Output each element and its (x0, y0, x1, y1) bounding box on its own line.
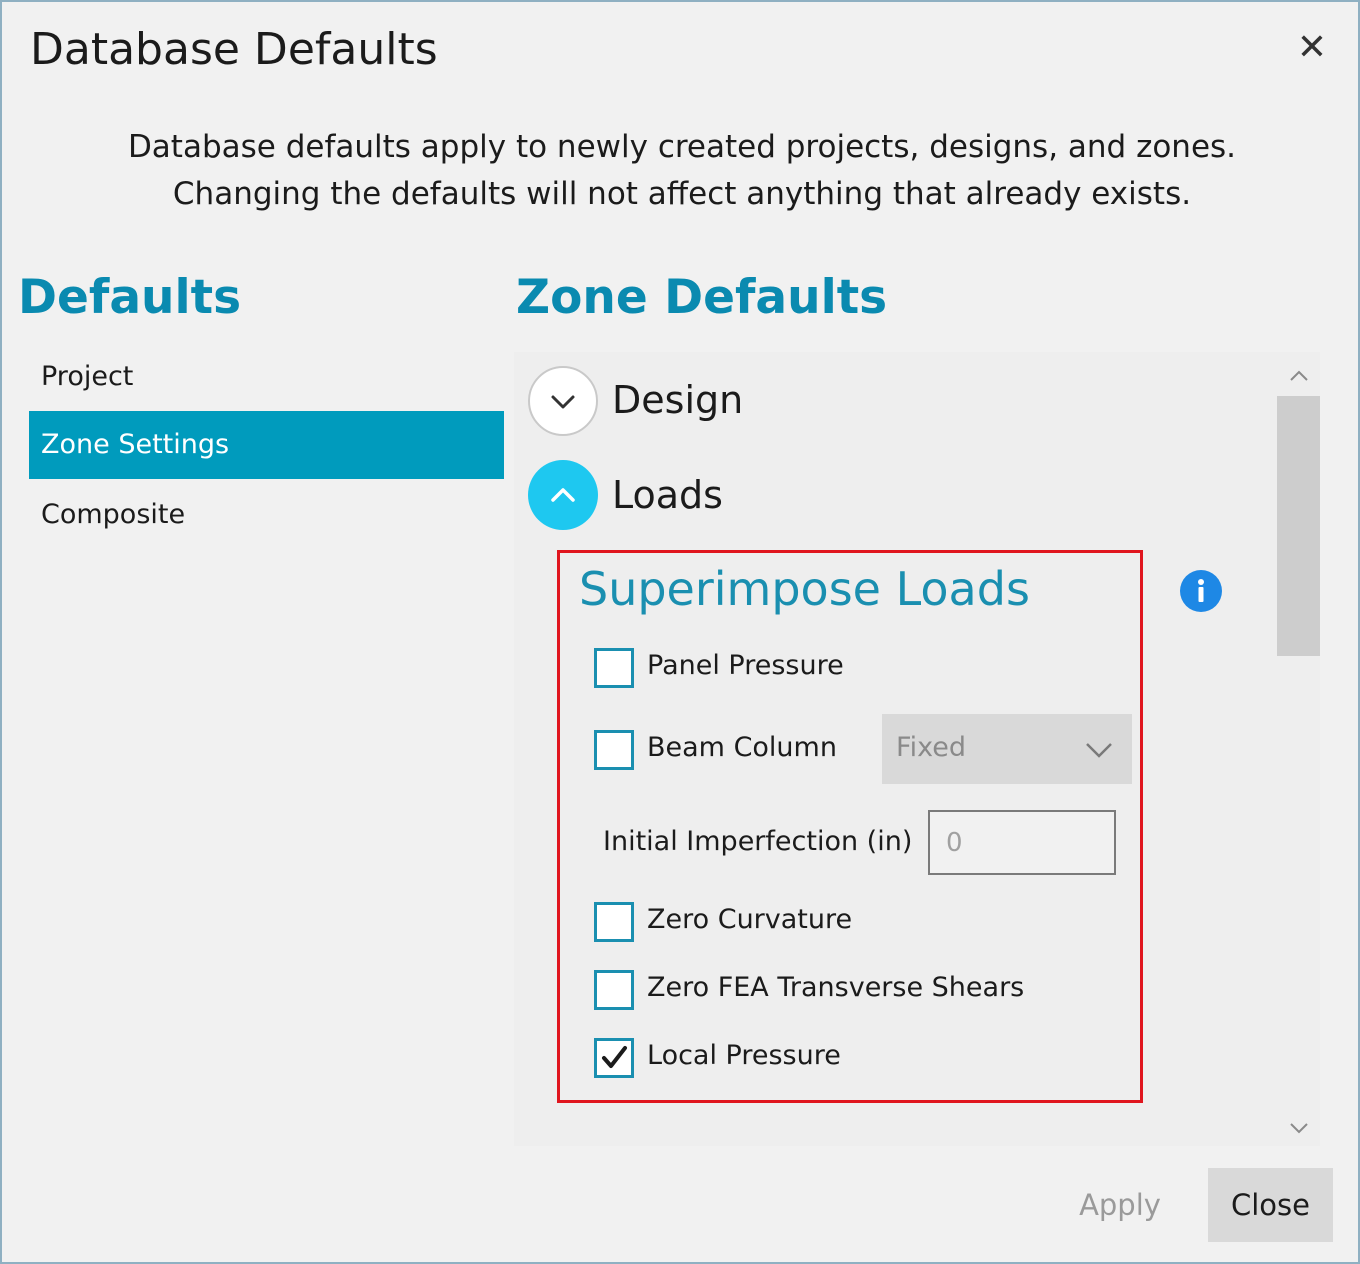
chevron-up-icon (551, 488, 575, 502)
initial-imperfection-input[interactable]: 0 (928, 810, 1116, 875)
initial-imperfection-label: Initial Imperfection (in) (603, 826, 913, 857)
main-heading: Zone Defaults (516, 270, 888, 325)
close-button[interactable]: Close (1208, 1168, 1333, 1242)
close-icon[interactable]: ✕ (1292, 28, 1332, 68)
zero-fea-transverse-shears-label: Zero FEA Transverse Shears (647, 972, 1025, 1003)
beam-column-label: Beam Column (647, 732, 837, 763)
loads-expand-button[interactable] (528, 460, 598, 530)
dialog-description: Database defaults apply to newly created… (62, 124, 1302, 218)
sidebar-item-project[interactable]: Project (29, 343, 504, 411)
local-pressure-checkbox[interactable] (594, 1038, 634, 1078)
superimpose-loads-heading: Superimpose Loads (579, 562, 1030, 616)
section-label-design: Design (612, 378, 744, 422)
panel-pressure-checkbox[interactable] (594, 648, 634, 688)
initial-imperfection-value: 0 (946, 828, 963, 858)
chevron-down-icon (551, 395, 575, 409)
scrollbar-thumb[interactable] (1277, 396, 1320, 656)
dialog-title: Database Defaults (30, 24, 438, 75)
beam-column-select-value: Fixed (896, 732, 966, 763)
section-label-loads: Loads (612, 473, 723, 517)
chevron-down-icon (1086, 743, 1112, 758)
scroll-up-icon[interactable] (1280, 360, 1318, 394)
sidebar-heading: Defaults (18, 270, 242, 325)
panel-pressure-label: Panel Pressure (647, 650, 844, 681)
local-pressure-label: Local Pressure (647, 1040, 841, 1071)
scroll-down-icon[interactable] (1280, 1110, 1318, 1144)
checkmark-icon (602, 1046, 627, 1068)
description-line-1: Database defaults apply to newly created… (127, 129, 1237, 165)
info-icon[interactable] (1180, 570, 1222, 612)
description-line-2: Changing the defaults will not affect an… (172, 176, 1192, 212)
zero-fea-transverse-shears-checkbox[interactable] (594, 970, 634, 1010)
apply-button[interactable]: Apply (1064, 1170, 1176, 1240)
beam-column-select[interactable]: Fixed (882, 714, 1132, 784)
sidebar-item-composite[interactable]: Composite (29, 481, 504, 549)
design-expand-button[interactable] (528, 366, 598, 436)
zero-curvature-label: Zero Curvature (647, 904, 853, 935)
sidebar-item-zone-settings[interactable]: Zone Settings (29, 411, 504, 479)
zero-curvature-checkbox[interactable] (594, 902, 634, 942)
beam-column-checkbox[interactable] (594, 730, 634, 770)
